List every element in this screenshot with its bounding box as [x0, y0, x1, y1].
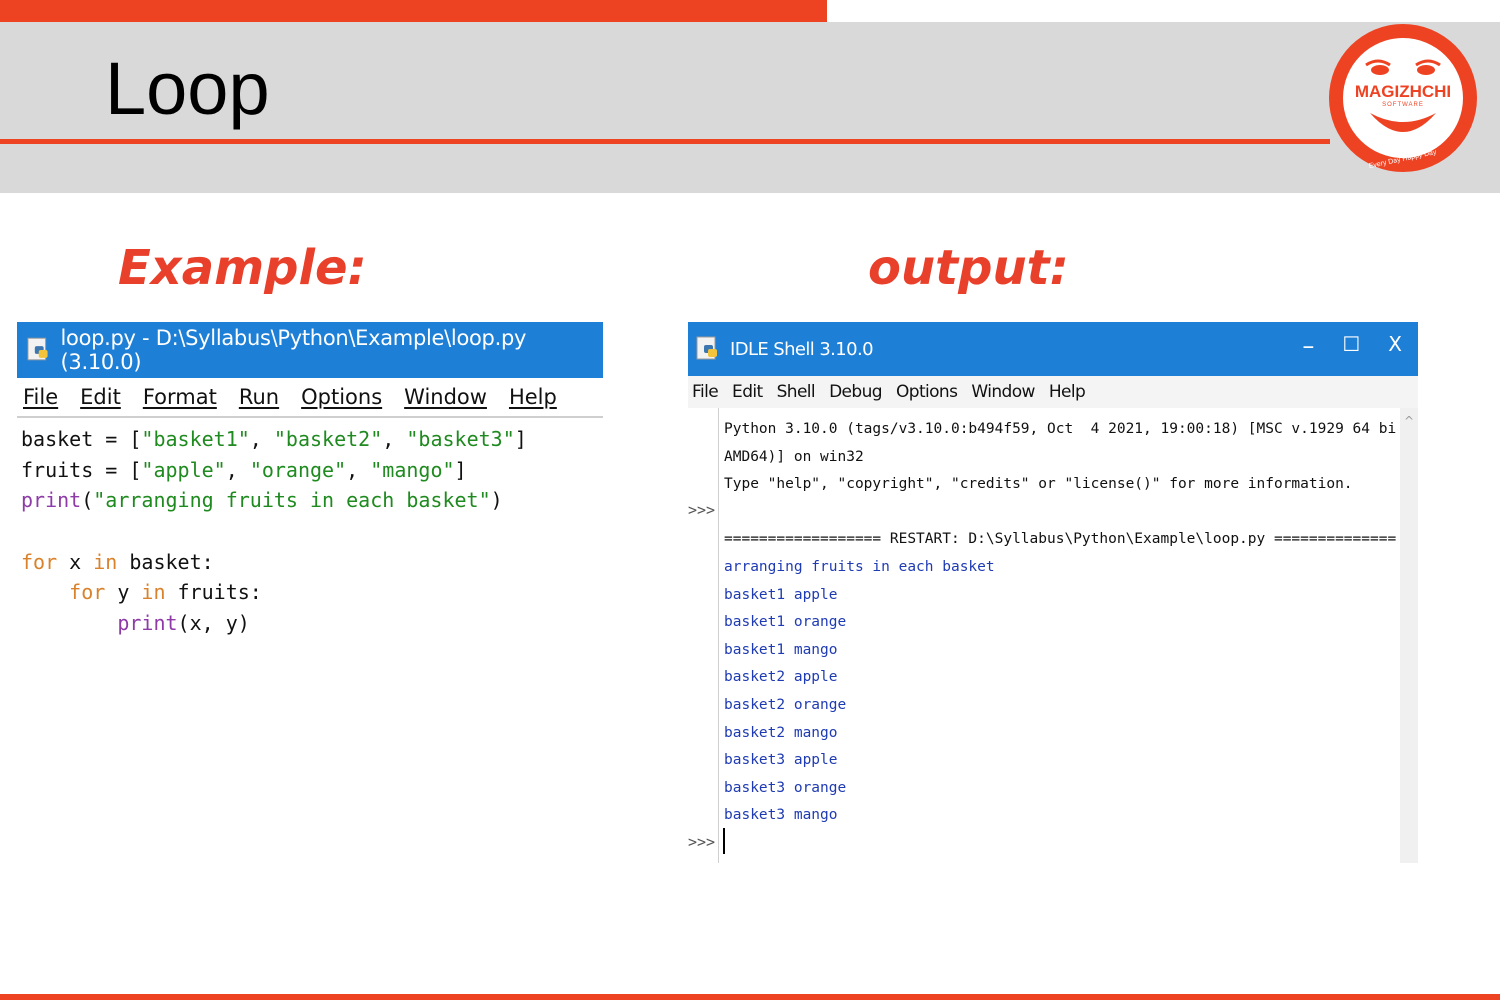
code-line-3: print("arranging fruits in each basket") [21, 485, 603, 516]
output-label: output: [868, 240, 1069, 296]
shell-output-area[interactable]: >>> >>> Python 3.10.0 (tags/v3.10.0:b494… [688, 408, 1418, 863]
code-token: (x, y) [177, 611, 250, 636]
code-token: fruits: [165, 580, 262, 605]
window-controls: – ☐ X [1302, 332, 1402, 360]
editor-titlebar[interactable]: loop.py - D:\Syllabus\Python\Example\loo… [17, 322, 603, 378]
output-line: basket3 apple [724, 752, 838, 769]
shell-header-line: Type "help", "copyright", "credits" or "… [724, 476, 1353, 493]
scroll-up-icon[interactable]: ^ [1404, 414, 1414, 428]
code-token: , [225, 457, 250, 482]
code-builtin: print [21, 488, 82, 513]
shell-menubar: File Edit Shell Debug Options Window Hel… [688, 376, 1418, 408]
editor-menu-window[interactable]: Window [404, 385, 487, 409]
code-keyword: in [93, 549, 118, 574]
minimize-button[interactable]: – [1302, 332, 1314, 360]
code-string: "apple" [141, 457, 226, 482]
shell-text: Python 3.10.0 (tags/v3.10.0:b494f59, Oct… [724, 416, 1396, 830]
shell-menu-help[interactable]: Help [1049, 382, 1086, 402]
magizhchi-logo: MAGIZHCHI SOFTWARE Every Day Happy Day [1329, 24, 1477, 172]
code-token: ] [514, 427, 527, 451]
editor-menu-help[interactable]: Help [509, 385, 557, 409]
code-string: "mango" [370, 457, 455, 482]
bottom-accent-bar [0, 994, 1500, 1000]
code-line-1: basket = ["basket1", "basket2", "basket3… [21, 424, 603, 455]
code-keyword: for [69, 580, 106, 605]
editor-menu-format[interactable]: Format [143, 385, 217, 409]
shell-scrollbar[interactable]: ^ [1400, 408, 1418, 863]
code-line-7: print(x, y) [21, 608, 603, 639]
output-line: basket3 mango [724, 807, 838, 824]
output-line: basket1 orange [724, 614, 847, 631]
code-line-5: for x in basket: [21, 547, 603, 578]
shell-window: IDLE Shell 3.10.0 – ☐ X File Edit Shell … [688, 322, 1418, 863]
shell-menu-file[interactable]: File [692, 382, 719, 402]
output-line: basket2 apple [724, 669, 838, 686]
code-token: , [346, 457, 371, 482]
code-keyword: for [21, 549, 58, 574]
shell-title: IDLE Shell 3.10.0 [730, 338, 874, 360]
shell-blank-line [724, 499, 1396, 527]
code-token: x [57, 549, 94, 574]
code-token: basket = [ [21, 427, 142, 451]
shell-menu-edit[interactable]: Edit [732, 382, 763, 402]
top-accent-bar [0, 0, 827, 22]
code-builtin: print [117, 611, 178, 636]
python-shell-icon [696, 336, 717, 360]
code-token: , [249, 427, 274, 451]
shell-prompt: >>> [688, 833, 716, 851]
close-button[interactable]: X [1388, 332, 1402, 360]
output-line: basket3 orange [724, 779, 847, 796]
code-token: ( [81, 488, 94, 513]
code-token: ] [454, 457, 467, 482]
code-token: fruits = [ [21, 457, 142, 482]
code-line-6: for y in fruits: [21, 577, 603, 608]
editor-window: loop.py - D:\Syllabus\Python\Example\loo… [17, 322, 603, 652]
code-keyword: in [141, 580, 166, 605]
example-label: Example: [118, 240, 367, 296]
shell-menu-options[interactable]: Options [896, 382, 958, 402]
code-token: ) [490, 488, 503, 513]
output-line: basket1 apple [724, 586, 838, 603]
code-token: , [382, 427, 407, 451]
prompt-gutter: >>> >>> [688, 408, 718, 863]
python-file-icon [27, 337, 48, 361]
output-line: basket1 mango [724, 641, 838, 658]
code-token: y [105, 580, 142, 605]
editor-menubar: File Edit Format Run Options Window Help [17, 378, 603, 418]
editor-menu-edit[interactable]: Edit [80, 385, 121, 409]
code-editor[interactable]: basket = ["basket1", "basket2", "basket3… [17, 418, 603, 639]
code-string: "basket1" [141, 427, 250, 451]
code-line-2: fruits = ["apple", "orange", "mango"] [21, 455, 603, 486]
slide-title: Loop [105, 47, 270, 130]
maximize-button[interactable]: ☐ [1342, 332, 1360, 360]
output-line: basket2 mango [724, 724, 838, 741]
shell-titlebar[interactable]: IDLE Shell 3.10.0 – ☐ X [688, 322, 1418, 376]
code-string: "basket3" [406, 427, 515, 451]
text-cursor [723, 828, 725, 854]
output-line: basket2 orange [724, 696, 847, 713]
editor-menu-run[interactable]: Run [239, 385, 279, 409]
output-line: arranging fruits in each basket [724, 558, 995, 575]
editor-title: loop.py - D:\Syllabus\Python\Example\loo… [60, 326, 527, 374]
shell-header-line: Python 3.10.0 (tags/v3.10.0:b494f59, Oct… [724, 421, 1396, 437]
code-string: "orange" [249, 457, 347, 482]
shell-menu-debug[interactable]: Debug [829, 382, 883, 402]
shell-menu-window[interactable]: Window [971, 382, 1035, 402]
shell-header-line: AMD64)] on win32 [724, 448, 864, 465]
editor-menu-file[interactable]: File [23, 385, 58, 409]
editor-menu-options[interactable]: Options [301, 385, 382, 409]
code-string: "basket2" [273, 427, 383, 451]
code-token: basket: [117, 549, 214, 574]
header-divider [0, 139, 1330, 144]
shell-prompt: >>> [688, 501, 716, 519]
gutter-divider [718, 408, 719, 863]
logo-brand: MAGIZHCHI [1355, 82, 1451, 101]
shell-menu-shell[interactable]: Shell [777, 382, 816, 402]
logo-sub: SOFTWARE [1382, 102, 1424, 108]
code-string: "arranging fruits in each basket" [93, 488, 491, 513]
restart-line: ================== RESTART: D:\Syllabus\… [724, 531, 1396, 548]
